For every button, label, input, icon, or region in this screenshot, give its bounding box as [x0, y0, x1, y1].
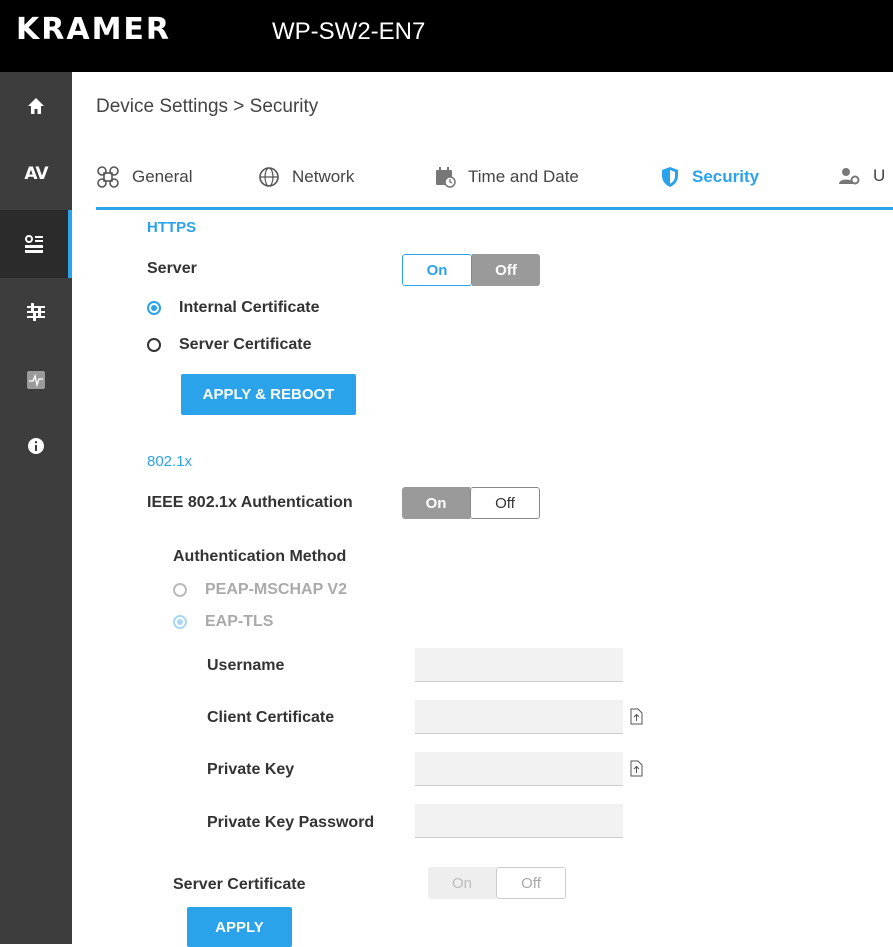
server-toggle-off[interactable]: Off — [472, 254, 540, 286]
diagnostics-icon — [27, 371, 45, 389]
tab-users[interactable]: U — [839, 166, 885, 186]
server-certificate-toggle-off[interactable]: Off — [496, 867, 566, 899]
server-certificate-radio[interactable]: Server Certificate — [147, 336, 312, 354]
users-icon — [839, 168, 860, 185]
ieee-auth-toggle-off[interactable]: Off — [470, 487, 540, 519]
ieee-auth-toggle-on[interactable]: On — [402, 487, 470, 519]
ieee-auth-toggle[interactable]: On Off — [402, 487, 540, 519]
radio-unselected-icon — [147, 338, 161, 352]
sidebar-item-info[interactable] — [0, 412, 72, 480]
server-label: Server — [147, 260, 197, 277]
sidebar-item-device-settings[interactable] — [0, 210, 72, 278]
top-bar: KRAMER WP-SW2-EN7 — [0, 0, 893, 72]
sidebar-item-home[interactable] — [0, 72, 72, 140]
tab-network-label: Network — [292, 167, 355, 186]
kramer-logo: KRAMER — [16, 12, 172, 47]
server-toggle-on[interactable]: On — [402, 254, 472, 286]
general-icon — [97, 166, 119, 188]
av-icon: AV — [24, 164, 48, 184]
apply-button[interactable]: APPLY — [187, 907, 292, 947]
tab-network[interactable]: Network — [258, 166, 354, 188]
server-certificate-802-label: Server Certificate — [173, 876, 306, 893]
https-section-title: HTTPS — [147, 219, 197, 236]
tab-security-label: Security — [692, 167, 760, 186]
private-key-label: Private Key — [207, 761, 295, 778]
tab-time-and-date[interactable]: Time and Date — [434, 166, 579, 188]
radio-selected-icon — [173, 615, 187, 629]
dot1x-section-title: 802.1x — [147, 453, 193, 470]
server-certificate-toggle-on[interactable]: On — [428, 867, 496, 899]
tab-general-label: General — [132, 167, 193, 186]
eap-tls-label: EAP-TLS — [205, 613, 274, 630]
tab-security[interactable]: Security — [660, 166, 759, 188]
username-field[interactable] — [415, 648, 623, 682]
tab-time-and-date-label: Time and Date — [468, 167, 579, 186]
username-label: Username — [207, 657, 285, 674]
tab-users-label: U — [873, 166, 886, 185]
sidebar-item-diagnostics[interactable] — [0, 346, 72, 414]
tab-general[interactable]: General — [96, 166, 192, 188]
private-key-password-label: Private Key Password — [207, 814, 375, 831]
client-certificate-label: Client Certificate — [207, 709, 335, 726]
auth-method-label: Authentication Method — [173, 548, 347, 565]
network-icon — [259, 167, 279, 187]
sidebar: AV — [0, 72, 72, 944]
info-icon — [28, 438, 44, 454]
private-key-field[interactable] — [415, 752, 623, 786]
calendar-icon — [436, 167, 456, 188]
ieee-auth-label: IEEE 802.1x Authentication — [147, 494, 353, 511]
sidebar-item-av[interactable]: AV — [0, 140, 72, 208]
eap-tls-radio[interactable]: EAP-TLS — [173, 613, 273, 631]
upload-icon[interactable] — [630, 708, 643, 725]
peap-mschap-radio[interactable]: PEAP-MSCHAP V2 — [173, 581, 347, 599]
client-certificate-field[interactable] — [415, 700, 623, 734]
shield-icon — [662, 167, 678, 187]
sidebar-item-sliders[interactable] — [0, 278, 72, 346]
home-icon — [28, 98, 44, 114]
device-settings-icon — [25, 235, 43, 253]
upload-icon[interactable] — [630, 760, 643, 777]
sliders-icon — [27, 303, 45, 321]
server-certificate-label: Server Certificate — [179, 336, 312, 353]
internal-certificate-radio[interactable]: Internal Certificate — [147, 299, 319, 317]
peap-mschap-label: PEAP-MSCHAP V2 — [205, 581, 347, 598]
device-model: WP-SW2-EN7 — [272, 18, 426, 45]
internal-certificate-label: Internal Certificate — [179, 299, 320, 316]
radio-unselected-icon — [173, 583, 187, 597]
radio-selected-icon — [147, 301, 161, 315]
breadcrumb: Device Settings > Security — [96, 96, 319, 117]
apply-reboot-button[interactable]: APPLY & REBOOT — [181, 374, 356, 415]
tab-bar: General Network Time and Date Security U — [96, 160, 893, 210]
server-toggle[interactable]: On Off — [402, 254, 540, 286]
server-certificate-toggle[interactable]: On Off — [428, 867, 566, 899]
private-key-password-field[interactable] — [415, 804, 623, 838]
